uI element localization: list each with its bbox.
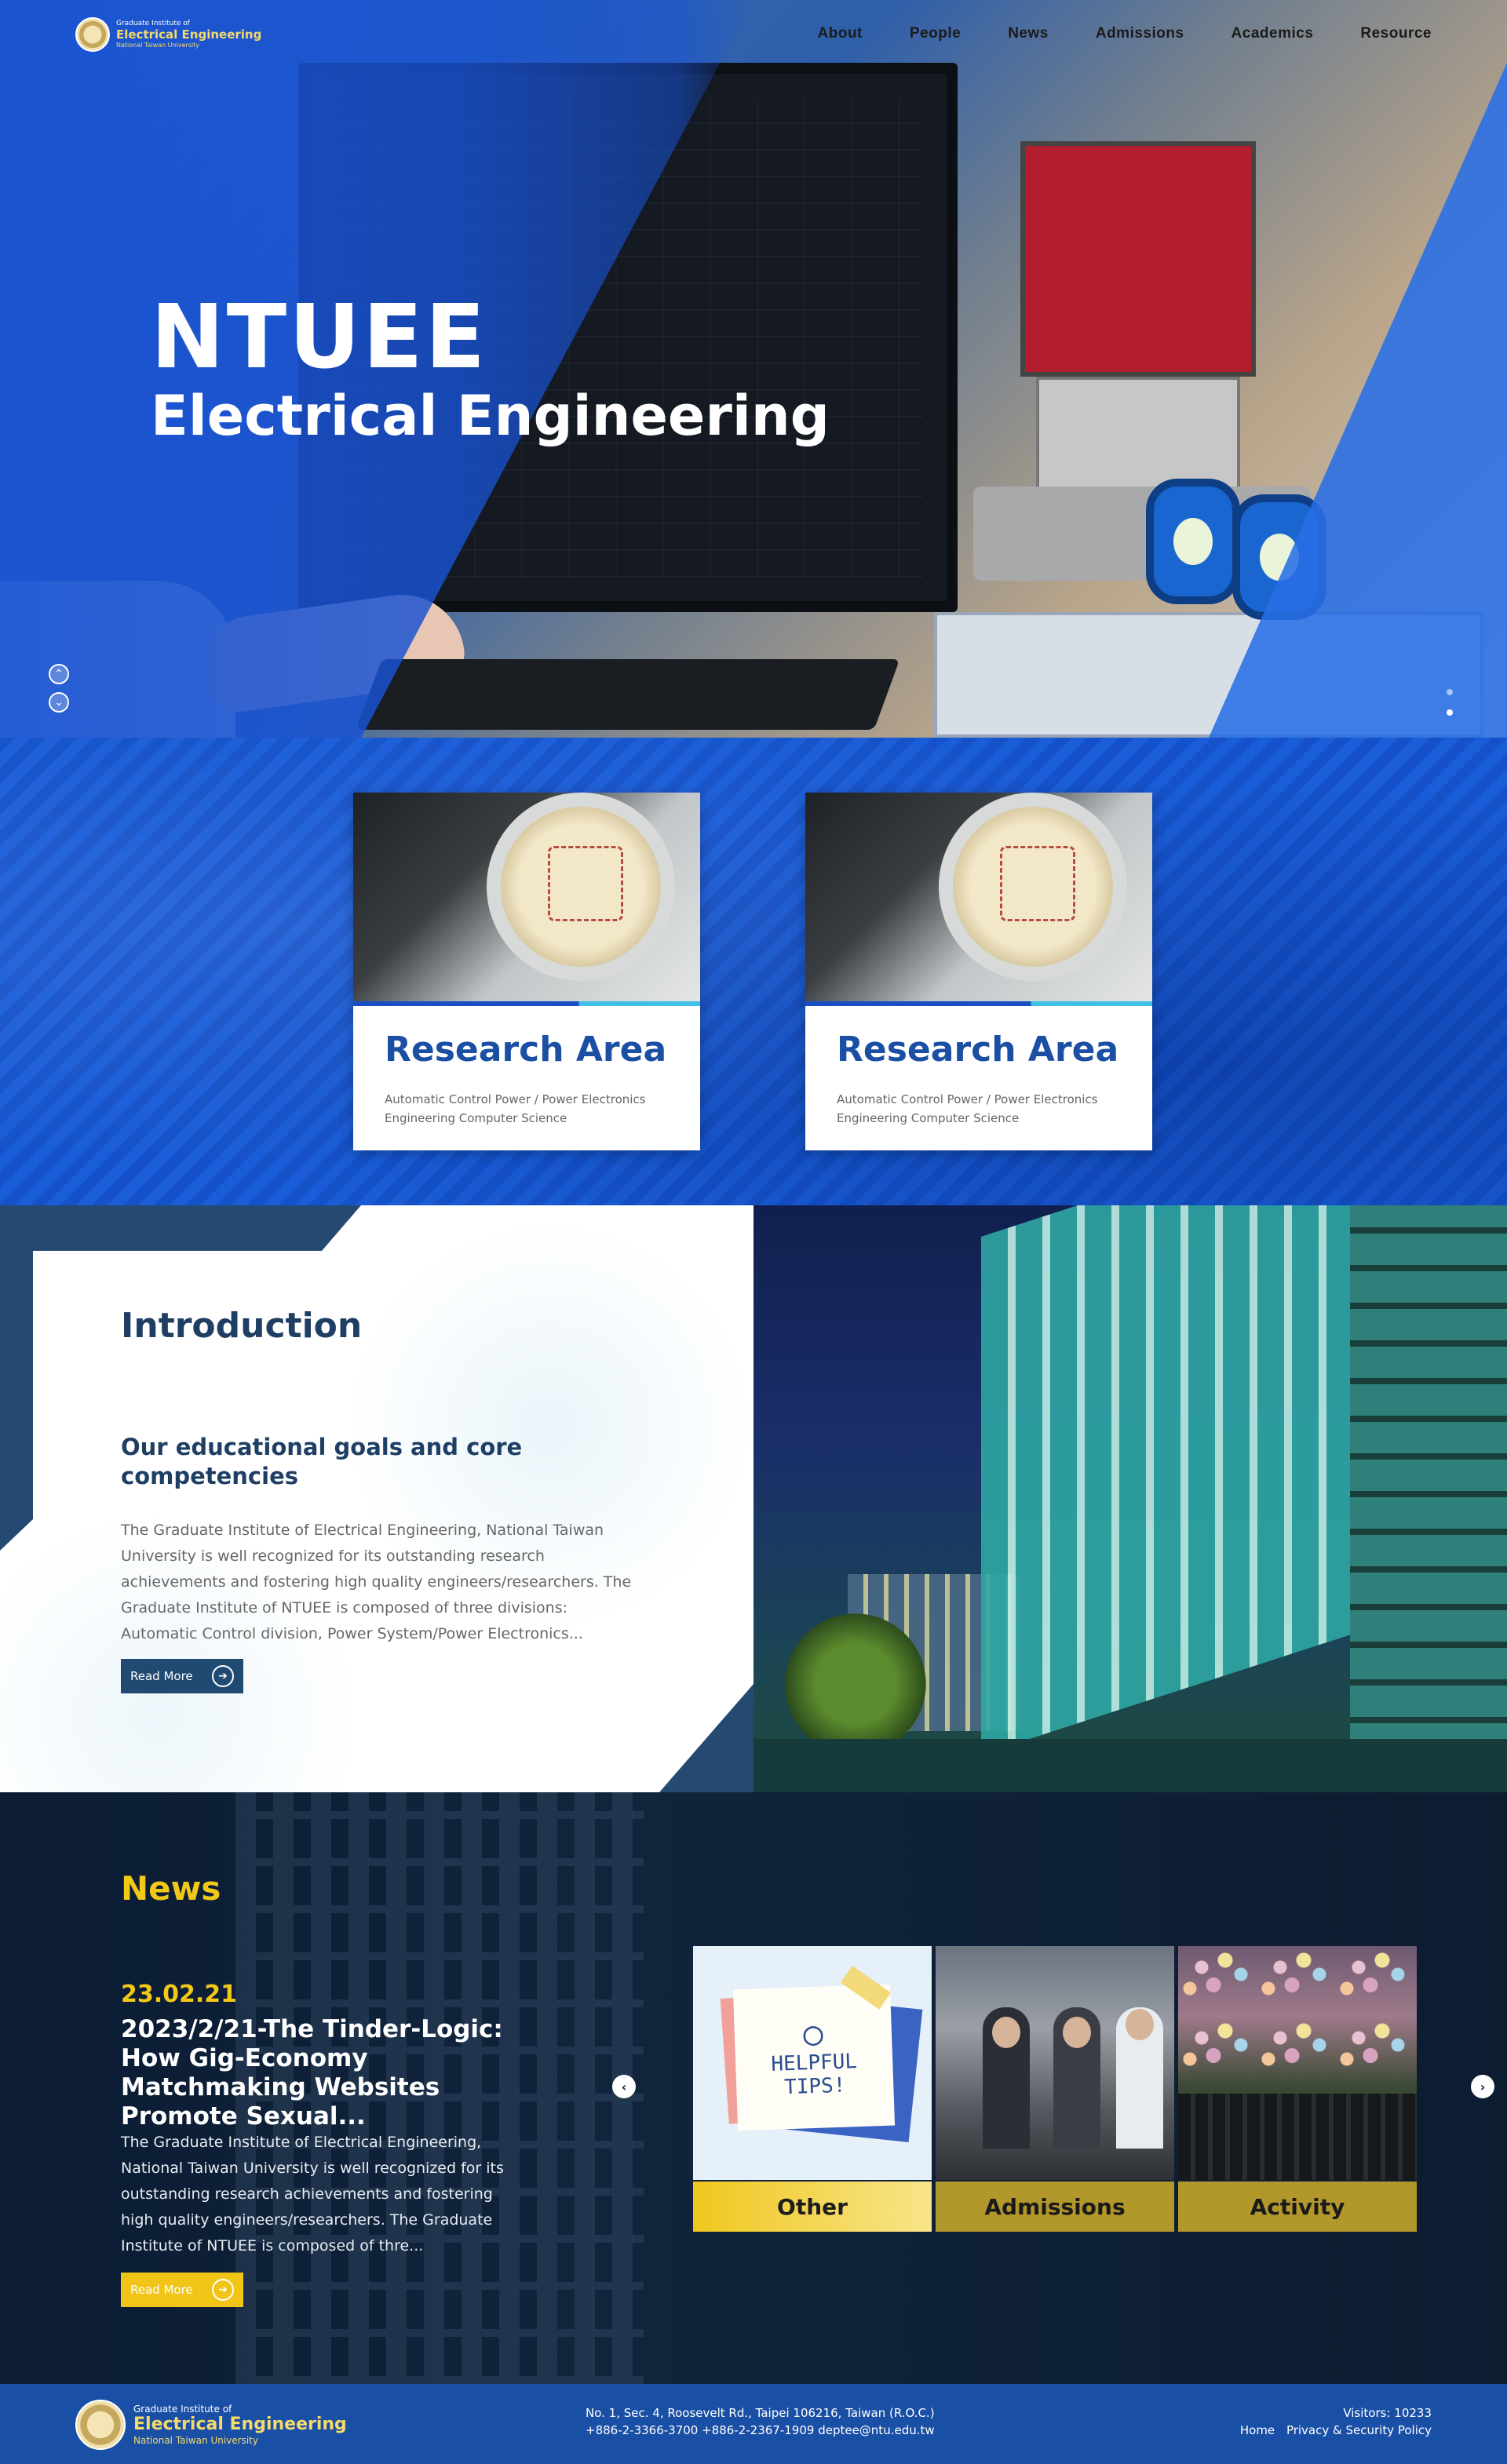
introduction-panel: Introduction Our educational goals and c… bbox=[0, 1205, 754, 1792]
hero-dot-2[interactable] bbox=[1447, 709, 1453, 716]
nav-admissions[interactable]: Admissions bbox=[1096, 25, 1184, 42]
news-category-card[interactable]: Activity bbox=[1178, 1946, 1417, 2232]
research-card-title: Research Area bbox=[837, 1030, 1119, 1070]
footer-logo[interactable]: Graduate Institute of Electrical Enginee… bbox=[75, 2400, 347, 2450]
footer-link-home[interactable]: Home bbox=[1240, 2423, 1275, 2437]
introduction-title: Introduction bbox=[121, 1306, 363, 1346]
helpful-tips-text: HELPFUL TIPS! bbox=[770, 2050, 858, 2100]
footer-address: No. 1, Sec. 4, Roosevelt Rd., Taipei 106… bbox=[586, 2406, 935, 2420]
research-card-desc: Automatic Control Power / Power Electron… bbox=[385, 1092, 646, 1125]
footer-contact: No. 1, Sec. 4, Roosevelt Rd., Taipei 106… bbox=[586, 2404, 935, 2439]
news-section: News 23.02.21 2023/2/21-The Tinder-Logic… bbox=[0, 1792, 1507, 2384]
hero-prev-button[interactable]: ⌃ bbox=[49, 664, 69, 684]
news-body: The Graduate Institute of Electrical Eng… bbox=[121, 2134, 504, 2254]
arrow-right-icon: ➔ bbox=[212, 1665, 234, 1687]
chevron-right-icon: › bbox=[1480, 2079, 1486, 2094]
hero-banner: NTUEE Electrical Engineering ⌃ ⌄ bbox=[0, 0, 1507, 738]
main-nav: About People News Admissions Academics R… bbox=[818, 25, 1432, 42]
news-category-card[interactable]: ◯ HELPFUL TIPS! Other bbox=[693, 1946, 932, 2232]
network-pattern bbox=[0, 1205, 754, 1792]
research-card-desc: Automatic Control Power / Power Electron… bbox=[837, 1092, 1098, 1125]
introduction-read-more-button[interactable]: Read More ➔ bbox=[121, 1659, 243, 1693]
admissions-photo bbox=[936, 1946, 1174, 2180]
footer-logo-line-3: National Taiwan University bbox=[133, 2435, 258, 2446]
hero-photo-keyboard bbox=[356, 659, 900, 730]
research-card-title: Research Area bbox=[385, 1030, 667, 1070]
hero-pagination bbox=[1447, 689, 1453, 716]
footer-right: Visitors: 10233 Home Privacy & Security … bbox=[1232, 2404, 1432, 2439]
read-more-label: Read More bbox=[130, 1669, 193, 1683]
ntu-seal-icon bbox=[75, 2400, 126, 2450]
nav-people[interactable]: People bbox=[910, 25, 961, 42]
ntu-seal-icon bbox=[75, 17, 110, 52]
logo-line-2: Electrical Engineering bbox=[116, 27, 262, 42]
visitor-count: Visitors: 10233 bbox=[1343, 2406, 1432, 2420]
research-card-accent-bar bbox=[353, 1001, 700, 1006]
news-category-card[interactable]: Admissions bbox=[936, 1946, 1174, 2232]
research-card-image bbox=[805, 793, 1152, 1001]
hero-photo-robot bbox=[973, 110, 1326, 620]
hero-dot-1[interactable] bbox=[1447, 689, 1453, 695]
activity-photo bbox=[1178, 1946, 1417, 2180]
nav-resource[interactable]: Resource bbox=[1360, 25, 1432, 42]
footer-link-privacy[interactable]: Privacy & Security Policy bbox=[1286, 2423, 1432, 2437]
news-read-more-button[interactable]: Read More ➔ bbox=[121, 2273, 243, 2307]
news-category-label: Other bbox=[693, 2182, 932, 2232]
site-footer: Graduate Institute of Electrical Enginee… bbox=[0, 2384, 1507, 2464]
introduction-body: The Graduate Institute of Electrical Eng… bbox=[121, 1522, 632, 1642]
hero-next-button[interactable]: ⌄ bbox=[49, 692, 69, 713]
news-date: 23.02.21 bbox=[121, 1981, 238, 2008]
hero-heading: NTUEE Electrical Engineering bbox=[151, 290, 830, 447]
news-category-label: Admissions bbox=[936, 2182, 1174, 2232]
footer-logo-line-2: Electrical Engineering bbox=[133, 2415, 347, 2434]
chevron-left-icon: ‹ bbox=[621, 2079, 627, 2094]
introduction-subtitle: Our educational goals and core competenc… bbox=[121, 1434, 523, 1489]
footer-logo-line-1: Graduate Institute of bbox=[133, 2404, 232, 2415]
research-card[interactable]: Research Area Automatic Control Power / … bbox=[353, 793, 700, 1150]
news-headline[interactable]: 2023/2/21-The Tinder-Logic: How Gig-Econ… bbox=[121, 2015, 529, 2131]
chevron-up-icon: ⌃ bbox=[54, 668, 64, 680]
read-more-label: Read More bbox=[130, 2283, 193, 2297]
research-card-accent-bar bbox=[805, 1001, 1152, 1006]
research-card[interactable]: Research Area Automatic Control Power / … bbox=[805, 793, 1152, 1150]
arrow-right-icon: ➔ bbox=[212, 2279, 234, 2301]
hero-title: NTUEE bbox=[151, 286, 488, 388]
lightbulb-icon: ◯ bbox=[803, 2015, 823, 2053]
site-logo[interactable]: Graduate Institute of Electrical Enginee… bbox=[75, 17, 261, 52]
hero-subtitle: Electrical Engineering bbox=[151, 384, 830, 448]
nav-academics[interactable]: Academics bbox=[1232, 25, 1314, 42]
research-card-image bbox=[353, 793, 700, 1001]
logo-line-3: National Taiwan University bbox=[116, 42, 199, 49]
site-header: Graduate Institute of Electrical Enginee… bbox=[0, 0, 1507, 71]
news-title: News bbox=[121, 1869, 221, 1908]
research-section: Research Area Automatic Control Power / … bbox=[0, 738, 1507, 1205]
footer-phone-email: +886-2-3366-3700 +886-2-2367-1909 deptee… bbox=[586, 2423, 935, 2437]
introduction-section: Introduction Our educational goals and c… bbox=[0, 1205, 754, 1792]
chevron-down-icon: ⌄ bbox=[54, 696, 64, 709]
nav-news[interactable]: News bbox=[1008, 25, 1049, 42]
campus-building-photo bbox=[754, 1205, 1507, 1792]
news-next-button[interactable]: › bbox=[1471, 2075, 1494, 2098]
nav-about[interactable]: About bbox=[818, 25, 863, 42]
news-category-label: Activity bbox=[1178, 2182, 1417, 2232]
news-prev-button[interactable]: ‹ bbox=[612, 2075, 636, 2098]
helpful-tips-image: ◯ HELPFUL TIPS! bbox=[693, 1946, 932, 2180]
